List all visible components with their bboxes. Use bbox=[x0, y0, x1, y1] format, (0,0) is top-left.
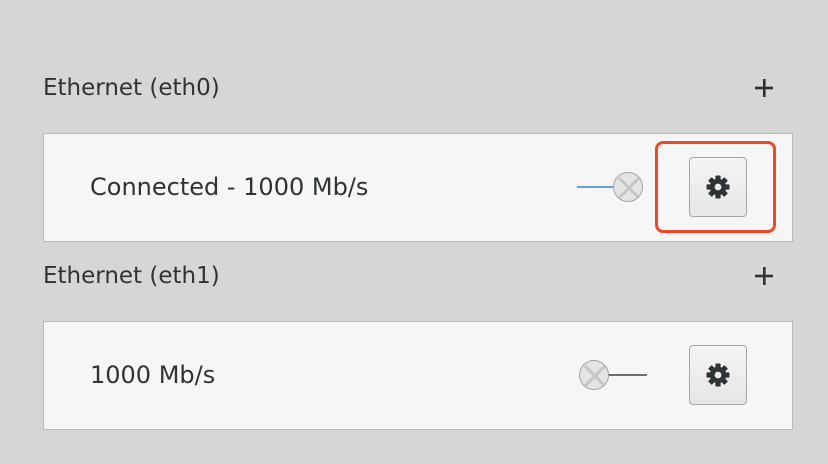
connection-status-eth0: Connected - 1000 Mb/s bbox=[90, 173, 369, 201]
settings-eth1-button[interactable] bbox=[689, 345, 747, 405]
plus-icon bbox=[755, 79, 773, 97]
switch-knob bbox=[613, 172, 643, 202]
gear-icon bbox=[706, 363, 730, 387]
knob-cross-icon bbox=[617, 176, 641, 200]
switch-track bbox=[607, 374, 647, 376]
knob-cross-icon bbox=[583, 364, 607, 388]
connection-toggle-eth1[interactable] bbox=[577, 358, 653, 392]
switch-track bbox=[577, 186, 617, 188]
section-title-eth0: Ethernet (eth0) bbox=[43, 75, 220, 101]
add-connection-eth1-button[interactable] bbox=[750, 262, 778, 290]
interface-card-eth0: Connected - 1000 Mb/s bbox=[43, 133, 793, 242]
add-connection-eth0-button[interactable] bbox=[750, 74, 778, 102]
switch-knob bbox=[579, 360, 609, 390]
connection-status-eth1: 1000 Mb/s bbox=[90, 361, 216, 389]
connection-toggle-eth0[interactable] bbox=[577, 170, 653, 204]
settings-eth0-button[interactable] bbox=[689, 157, 747, 217]
section-title-eth1: Ethernet (eth1) bbox=[43, 263, 220, 289]
plus-icon bbox=[755, 267, 773, 285]
interface-card-eth1: 1000 Mb/s bbox=[43, 321, 793, 430]
gear-icon bbox=[706, 175, 730, 199]
